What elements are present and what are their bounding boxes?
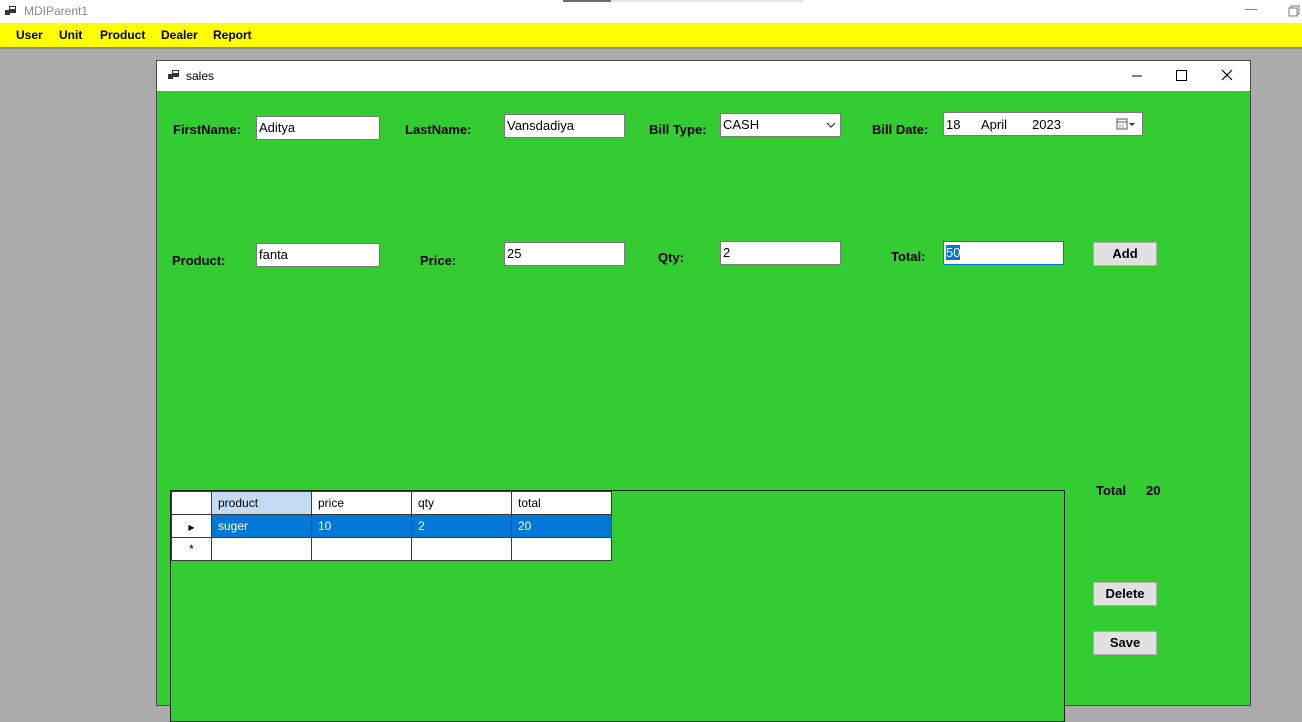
billdate-month: April [981,117,1008,132]
sales-grid[interactable]: product price qty total ▶ suger 10 2 20 … [170,490,1065,722]
grand-total-value: 20 [1146,483,1161,498]
save-button[interactable]: Save [1093,631,1157,655]
column-header-qty[interactable]: qty [411,491,512,515]
cell-qty[interactable]: 2 [411,514,512,538]
grid-table: product price qty total ▶ suger 10 2 20 … [171,491,612,561]
menu-product[interactable]: Product [100,28,145,42]
add-button[interactable]: Add [1093,242,1157,266]
lastname-field[interactable]: Vansdadiya [504,114,625,138]
total-field[interactable]: 50 [943,241,1064,265]
price-label: Price: [420,253,457,268]
new-cell-price[interactable] [311,537,412,561]
billdate-label: Bill Date: [872,122,929,137]
grid-header-row: product price qty total [171,491,612,515]
menu-bar: User Unit Product Dealer Report [0,23,1302,47]
app-icon [5,6,16,15]
price-field[interactable]: 25 [504,242,625,266]
new-row[interactable]: * [171,537,612,561]
qty-field[interactable]: 2 [720,241,841,265]
billdate-year: 2023 [1032,117,1061,132]
sales-form-body: FirstName: Aditya LastName: Vansdadiya B… [157,91,1250,722]
calendar-dropdown-icon[interactable] [1116,118,1138,131]
menu-report[interactable]: Report [213,28,252,42]
sales-title: sales [186,69,215,83]
firstname-field[interactable]: Aditya [256,116,380,140]
column-header-total[interactable]: total [511,491,612,515]
new-cell-qty[interactable] [411,537,512,561]
new-row-indicator-icon[interactable]: * [171,537,212,561]
new-cell-total[interactable] [511,537,612,561]
product-field[interactable]: fanta [256,243,380,267]
form-icon [168,70,179,79]
menu-unit[interactable]: Unit [59,28,82,42]
parent-title: MDIParent1 [24,4,89,18]
maximize-icon[interactable] [1158,61,1204,91]
qty-label: Qty: [658,250,684,265]
new-cell-product[interactable] [211,537,312,561]
sales-titlebar: sales [157,61,1250,91]
menu-dealer[interactable]: Dealer [161,28,198,42]
cell-total[interactable]: 20 [511,514,612,538]
current-row-indicator-icon[interactable]: ▶ [171,514,212,538]
lastname-label: LastName: [405,122,472,137]
tab-strip-active [563,0,611,2]
table-row[interactable]: ▶ suger 10 2 20 [171,514,612,538]
delete-button[interactable]: Delete [1093,582,1157,606]
column-header-price[interactable]: price [311,491,412,515]
total-field-value: 50 [946,245,961,260]
parent-titlebar [0,0,1302,23]
cell-product[interactable]: suger [211,514,312,538]
billdate-picker[interactable]: 18 April 2023 [943,112,1143,136]
parent-minimize-button[interactable]: — [1243,2,1259,18]
grand-total-label: Total [1096,483,1127,498]
menu-user[interactable]: User [16,28,43,42]
billdate-day: 18 [946,117,961,132]
billtype-combobox[interactable]: CASH [720,113,841,137]
total-label: Total: [891,249,926,264]
close-icon[interactable] [1204,61,1250,91]
sales-window: sales FirstName: Aditya LastName: Vansda… [156,60,1251,722]
grid-corner-header[interactable] [171,491,212,515]
cell-price[interactable]: 10 [311,514,412,538]
firstname-label: FirstName: [173,122,241,137]
mdi-client-border [0,47,1302,49]
parent-restore-button[interactable] [1287,2,1301,18]
column-header-product[interactable]: product [211,491,312,515]
billtype-value: CASH [723,117,760,132]
chevron-down-icon [826,122,836,128]
product-label: Product: [172,253,226,268]
billtype-label: Bill Type: [649,122,707,137]
minimize-icon[interactable] [1114,61,1160,91]
